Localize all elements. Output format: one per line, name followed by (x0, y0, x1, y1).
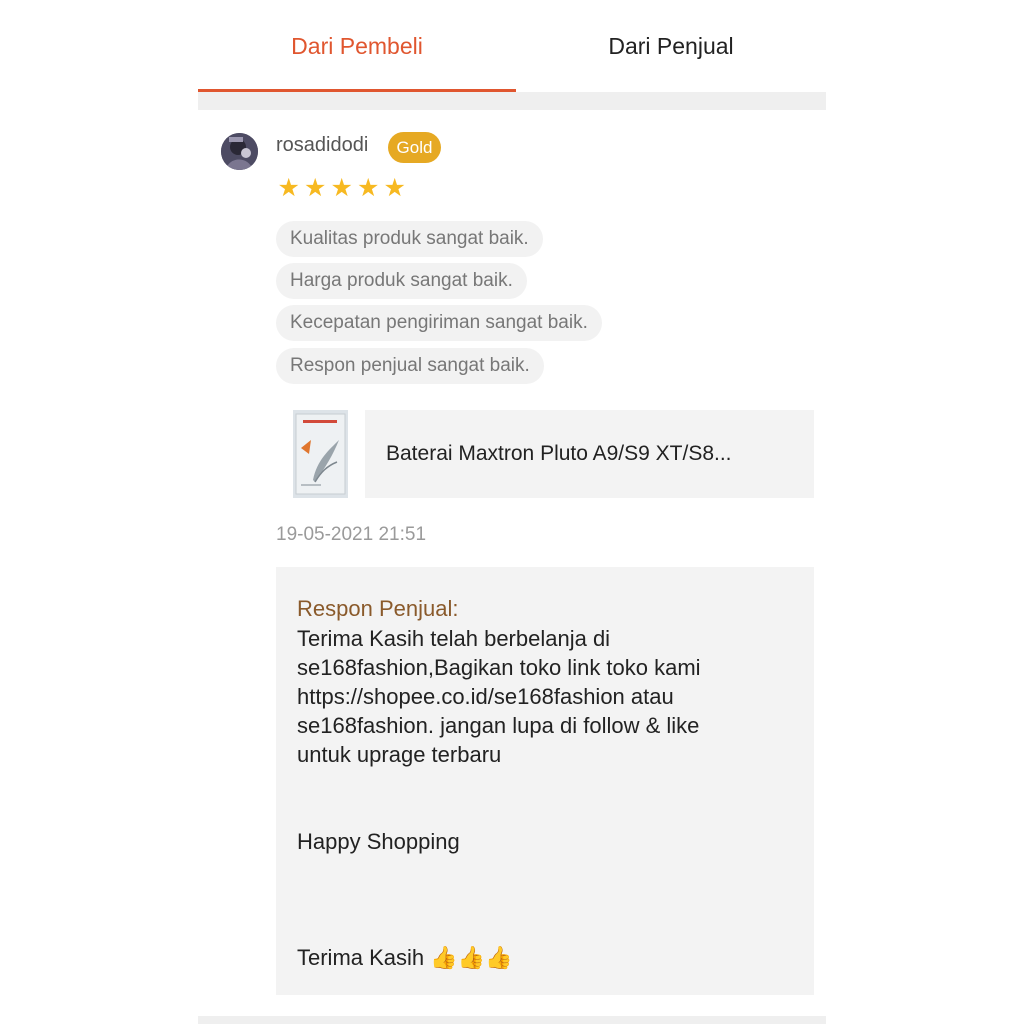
review-chip-quality: Kualitas produk sangat baik. (276, 221, 543, 257)
product-thumbnail[interactable] (293, 410, 348, 498)
tab-bar: Dari Pembeli Dari Penjual (198, 0, 826, 92)
section-divider (198, 92, 826, 110)
seller-response-text: Terima Kasih telah berbelanja di se168fa… (297, 626, 701, 970)
star-icon: ★ (357, 174, 380, 202)
star-icon: ★ (330, 174, 353, 202)
review-panel: Dari Pembeli Dari Penjual rosadidodi Gol… (198, 0, 826, 1024)
star-icon: ★ (304, 174, 327, 202)
seller-response-box: Respon Penjual: Terima Kasih telah berbe… (276, 567, 814, 995)
section-divider (198, 1016, 826, 1024)
review-chip-response: Respon penjual sangat baik. (276, 348, 544, 384)
membership-badge: Gold (388, 132, 441, 163)
star-icon: ★ (277, 174, 300, 202)
tab-from-buyer[interactable]: Dari Pembeli (198, 0, 516, 92)
reviewer-username[interactable]: rosadidodi (276, 134, 368, 157)
star-icon: ★ (383, 174, 406, 202)
product-link[interactable]: Baterai Maxtron Pluto A9/S9 XT/S8... (365, 410, 814, 498)
review-chip-price: Harga produk sangat baik. (276, 263, 527, 299)
product-name: Baterai Maxtron Pluto A9/S9 XT/S8... (386, 442, 732, 465)
review-timestamp: 19-05-2021 21:51 (276, 524, 427, 545)
review-chip-shipping: Kecepatan pengiriman sangat baik. (276, 305, 602, 341)
rating-stars: ★ ★ ★ ★ ★ (276, 175, 409, 201)
tab-from-seller[interactable]: Dari Penjual (516, 0, 826, 92)
avatar[interactable] (221, 133, 258, 170)
seller-response-title: Respon Penjual: (297, 596, 459, 621)
